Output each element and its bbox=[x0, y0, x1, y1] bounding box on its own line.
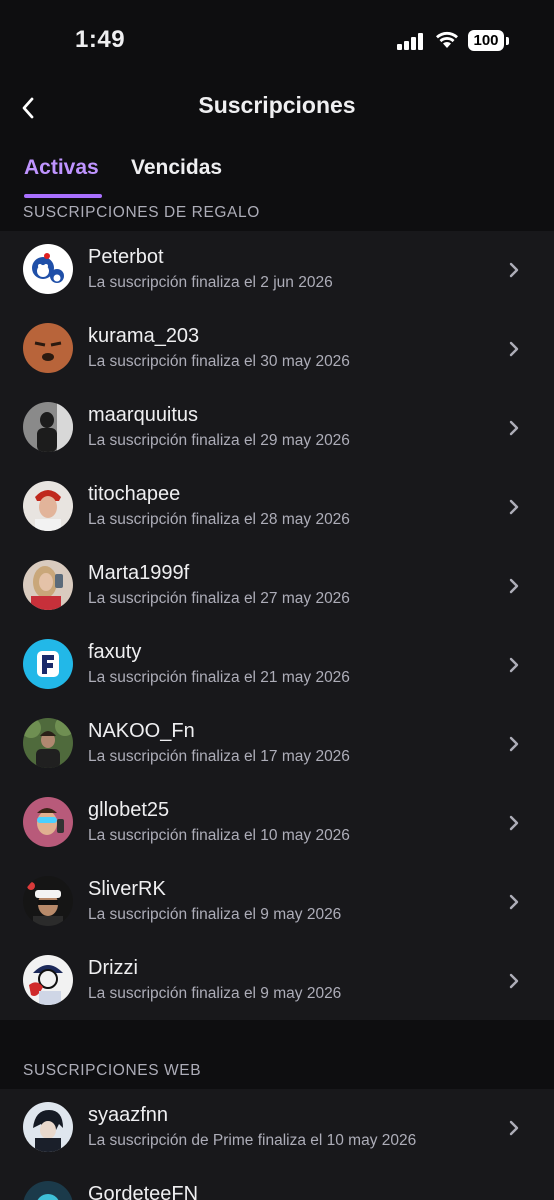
list-item[interactable]: maarquuitus La suscripción finaliza el 2… bbox=[0, 389, 554, 468]
list-item[interactable]: SliverRK La suscripción finaliza el 9 ma… bbox=[0, 863, 554, 942]
channel-name: Peterbot bbox=[88, 246, 164, 268]
avatar bbox=[23, 481, 73, 531]
subscription-end-date: La suscripción finaliza el 28 may 2026 bbox=[88, 511, 350, 528]
channel-name: kurama_203 bbox=[88, 325, 200, 347]
nav-header: Suscripciones bbox=[0, 84, 554, 132]
avatar bbox=[23, 876, 73, 926]
active-tab-indicator bbox=[24, 194, 102, 198]
chevron-right-icon bbox=[509, 578, 519, 594]
tab-vencidas[interactable]: Vencidas bbox=[131, 156, 222, 180]
chevron-right-icon bbox=[509, 973, 519, 989]
subscription-end-date: La suscripción finaliza el 17 may 2026 bbox=[88, 748, 350, 765]
web-subscriptions-list: syaazfnn La suscripción de Prime finaliz… bbox=[0, 1089, 554, 1200]
tab-bar: Activas Vencidas bbox=[0, 148, 554, 200]
channel-name: syaazfnn bbox=[88, 1104, 169, 1126]
channel-name: Drizzi bbox=[88, 957, 138, 979]
chevron-right-icon bbox=[509, 736, 519, 752]
list-item[interactable]: GordeteeFN bbox=[0, 1168, 554, 1200]
subscription-end-date: La suscripción finaliza el 21 may 2026 bbox=[88, 669, 350, 686]
list-item[interactable]: Marta1999f La suscripción finaliza el 27… bbox=[0, 547, 554, 626]
channel-name: gllobet25 bbox=[88, 799, 170, 821]
page-title: Suscripciones bbox=[198, 92, 356, 118]
avatar bbox=[23, 718, 73, 768]
avatar bbox=[23, 955, 73, 1005]
avatar bbox=[23, 402, 73, 452]
channel-name: GordeteeFN bbox=[88, 1183, 199, 1200]
avatar bbox=[23, 244, 73, 294]
tab-activas[interactable]: Activas bbox=[24, 156, 99, 180]
avatar bbox=[23, 639, 73, 689]
subscription-end-date: La suscripción finaliza el 27 may 2026 bbox=[88, 590, 350, 607]
chevron-right-icon bbox=[509, 815, 519, 831]
section-header-web: SUSCRIPCIONES WEB bbox=[23, 1062, 202, 1079]
battery-icon: 100 bbox=[468, 30, 504, 51]
channel-name: NAKOO_Fn bbox=[88, 720, 195, 742]
list-item[interactable]: titochapee La suscripción finaliza el 28… bbox=[0, 468, 554, 547]
channel-name: SliverRK bbox=[88, 878, 166, 900]
subscription-end-date: La suscripción de Prime finaliza el 10 m… bbox=[88, 1132, 417, 1149]
wifi-icon bbox=[436, 31, 458, 48]
chevron-right-icon bbox=[509, 894, 519, 910]
chevron-right-icon bbox=[509, 341, 519, 357]
status-bar: 1:49 100 bbox=[0, 0, 554, 84]
battery-nub bbox=[506, 37, 509, 45]
chevron-right-icon bbox=[509, 499, 519, 515]
list-item[interactable]: syaazfnn La suscripción de Prime finaliz… bbox=[0, 1089, 554, 1168]
section-header-gift: SUSCRIPCIONES DE REGALO bbox=[23, 204, 260, 221]
subscription-end-date: La suscripción finaliza el 29 may 2026 bbox=[88, 432, 350, 449]
list-item[interactable]: Drizzi La suscripción finaliza el 9 may … bbox=[0, 942, 554, 1021]
subscription-end-date: La suscripción finaliza el 9 may 2026 bbox=[88, 906, 342, 923]
status-time: 1:49 bbox=[75, 26, 126, 53]
subscription-end-date: La suscripción finaliza el 30 may 2026 bbox=[88, 353, 350, 370]
avatar bbox=[23, 797, 73, 847]
channel-name: titochapee bbox=[88, 483, 181, 505]
list-item[interactable]: faxuty La suscripción finaliza el 21 may… bbox=[0, 626, 554, 705]
avatar bbox=[23, 1102, 73, 1152]
channel-name: maarquuitus bbox=[88, 404, 199, 426]
list-item[interactable]: NAKOO_Fn La suscripción finaliza el 17 m… bbox=[0, 705, 554, 784]
list-item[interactable]: Peterbot La suscripción finaliza el 2 ju… bbox=[0, 231, 554, 310]
list-item[interactable]: kurama_203 La suscripción finaliza el 30… bbox=[0, 310, 554, 389]
chevron-right-icon bbox=[509, 420, 519, 436]
subscription-end-date: La suscripción finaliza el 9 may 2026 bbox=[88, 985, 342, 1002]
chevron-right-icon bbox=[509, 657, 519, 673]
chevron-right-icon bbox=[509, 1120, 519, 1136]
channel-name: faxuty bbox=[88, 641, 142, 663]
avatar bbox=[23, 1181, 73, 1200]
gift-subscriptions-list: Peterbot La suscripción finaliza el 2 ju… bbox=[0, 231, 554, 1020]
list-item[interactable]: gllobet25 La suscripción finaliza el 10 … bbox=[0, 784, 554, 863]
subscription-end-date: La suscripción finaliza el 10 may 2026 bbox=[88, 827, 350, 844]
cellular-signal-icon bbox=[397, 32, 427, 50]
subscription-end-date: La suscripción finaliza el 2 jun 2026 bbox=[88, 274, 333, 291]
avatar bbox=[23, 560, 73, 610]
avatar bbox=[23, 323, 73, 373]
chevron-right-icon bbox=[509, 262, 519, 278]
channel-name: Marta1999f bbox=[88, 562, 190, 584]
